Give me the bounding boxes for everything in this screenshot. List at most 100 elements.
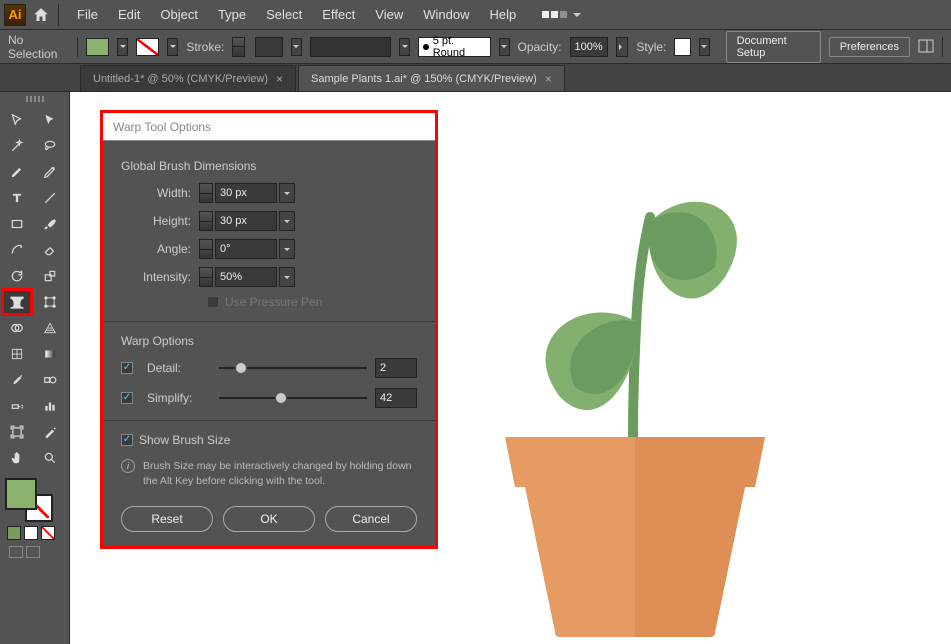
- reset-button[interactable]: Reset: [121, 506, 213, 532]
- zoom-tool-icon[interactable]: [36, 446, 64, 470]
- menu-view[interactable]: View: [365, 1, 413, 28]
- panel-toggle-icon[interactable]: [918, 38, 934, 56]
- eyedropper-tool-icon[interactable]: [3, 368, 31, 392]
- detail-value[interactable]: 2: [375, 358, 417, 378]
- lasso-tool-icon[interactable]: [36, 134, 64, 158]
- intensity-dropdown[interactable]: [279, 267, 295, 287]
- document-tabs: Untitled-1* @ 50% (CMYK/Preview) × Sampl…: [0, 64, 951, 92]
- document-setup-button[interactable]: Document Setup: [726, 31, 821, 63]
- screen-mode-full[interactable]: [26, 546, 40, 558]
- stroke-swatch[interactable]: [136, 38, 159, 56]
- mesh-tool-icon[interactable]: [3, 342, 31, 366]
- width-spinner[interactable]: [199, 183, 213, 203]
- height-dropdown[interactable]: [279, 211, 295, 231]
- style-label: Style:: [636, 40, 666, 54]
- gradient-tool-icon[interactable]: [36, 342, 64, 366]
- height-input[interactable]: [215, 211, 277, 231]
- line-segment-tool-icon[interactable]: [36, 186, 64, 210]
- direct-selection-tool-icon[interactable]: [36, 108, 64, 132]
- perspective-grid-tool-icon[interactable]: [36, 316, 64, 340]
- width-input[interactable]: [215, 183, 277, 203]
- close-icon[interactable]: ×: [545, 72, 552, 86]
- color-mode-gradient[interactable]: [24, 526, 38, 540]
- height-spinner[interactable]: [199, 211, 213, 231]
- intensity-input[interactable]: [215, 267, 277, 287]
- menu-help[interactable]: Help: [479, 1, 526, 28]
- variable-width-dropdown[interactable]: [399, 38, 410, 56]
- simplify-value[interactable]: 42: [375, 388, 417, 408]
- style-dropdown[interactable]: [699, 38, 710, 56]
- menu-file[interactable]: File: [67, 1, 108, 28]
- tab-untitled[interactable]: Untitled-1* @ 50% (CMYK/Preview) ×: [80, 65, 296, 91]
- shaper-tool-icon[interactable]: [3, 238, 31, 262]
- detail-label: Detail:: [147, 361, 211, 375]
- angle-spinner[interactable]: [199, 239, 213, 259]
- eraser-tool-icon[interactable]: [36, 238, 64, 262]
- fill-color-swatch[interactable]: [5, 478, 37, 510]
- variable-width-profile[interactable]: [310, 37, 391, 57]
- type-tool-icon[interactable]: [3, 186, 31, 210]
- tab-sample-plants[interactable]: Sample Plants 1.ai* @ 150% (CMYK/Preview…: [298, 65, 565, 91]
- width-dropdown[interactable]: [279, 183, 295, 203]
- divider: [103, 321, 435, 322]
- angle-dropdown[interactable]: [279, 239, 295, 259]
- pressure-pen-checkbox: [207, 296, 219, 308]
- opacity-field[interactable]: 100%: [570, 37, 608, 57]
- menu-select[interactable]: Select: [256, 1, 312, 28]
- fill-stroke-indicator[interactable]: [3, 476, 57, 522]
- opacity-arrow[interactable]: [616, 37, 629, 57]
- stroke-weight-spinner[interactable]: [232, 37, 245, 57]
- close-icon[interactable]: ×: [276, 72, 283, 86]
- column-graph-tool-icon[interactable]: [36, 394, 64, 418]
- stroke-weight-field[interactable]: [255, 37, 283, 57]
- rotate-tool-icon[interactable]: [3, 264, 31, 288]
- preferences-button[interactable]: Preferences: [829, 37, 910, 57]
- shape-builder-tool-icon[interactable]: [3, 316, 31, 340]
- menu-window[interactable]: Window: [413, 1, 479, 28]
- symbol-sprayer-tool-icon[interactable]: [3, 394, 31, 418]
- rectangle-tool-icon[interactable]: [3, 212, 31, 236]
- panel-grip[interactable]: [3, 96, 66, 104]
- style-swatch[interactable]: [674, 38, 690, 56]
- magic-wand-tool-icon[interactable]: [3, 134, 31, 158]
- menu-effect[interactable]: Effect: [312, 1, 365, 28]
- brush-dropdown[interactable]: [499, 38, 510, 56]
- paintbrush-tool-icon[interactable]: [36, 212, 64, 236]
- cancel-button[interactable]: Cancel: [325, 506, 417, 532]
- menu-object[interactable]: Object: [150, 1, 208, 28]
- slice-tool-icon[interactable]: [36, 420, 64, 444]
- screen-mode-normal[interactable]: [9, 546, 23, 558]
- fill-dropdown[interactable]: [117, 38, 128, 56]
- menu-type[interactable]: Type: [208, 1, 256, 28]
- simplify-checkbox[interactable]: [121, 392, 133, 404]
- show-brush-checkbox[interactable]: [121, 434, 133, 446]
- simplify-slider[interactable]: [219, 397, 367, 399]
- screen-mode-buttons: [3, 546, 66, 558]
- workspace-switcher[interactable]: [536, 5, 587, 25]
- brush-definition[interactable]: 5 pt. Round: [418, 37, 490, 57]
- menu-edit[interactable]: Edit: [108, 1, 150, 28]
- detail-slider[interactable]: [219, 367, 367, 369]
- intensity-spinner[interactable]: [199, 267, 213, 287]
- angle-input[interactable]: [215, 239, 277, 259]
- selection-tool-icon[interactable]: [3, 108, 31, 132]
- hand-tool-icon[interactable]: [3, 446, 31, 470]
- stroke-weight-dropdown[interactable]: [291, 38, 302, 56]
- home-icon[interactable]: [32, 6, 50, 24]
- warp-tool-options-dialog: Warp Tool Options Global Brush Dimension…: [100, 110, 438, 549]
- pen-tool-icon[interactable]: [3, 160, 31, 184]
- detail-checkbox[interactable]: [121, 362, 133, 374]
- curvature-tool-icon[interactable]: [36, 160, 64, 184]
- color-mode-color[interactable]: [7, 526, 21, 540]
- fill-swatch[interactable]: [86, 38, 109, 56]
- ok-button[interactable]: OK: [223, 506, 315, 532]
- free-transform-tool-icon[interactable]: [36, 290, 64, 314]
- artboard-tool-icon[interactable]: [3, 420, 31, 444]
- warp-tool-icon[interactable]: [3, 290, 31, 314]
- tools-panel: [0, 92, 70, 644]
- stroke-dropdown[interactable]: [167, 38, 178, 56]
- color-mode-none[interactable]: [41, 526, 55, 540]
- scale-tool-icon[interactable]: [36, 264, 64, 288]
- tab-label: Untitled-1* @ 50% (CMYK/Preview): [93, 73, 268, 85]
- blend-tool-icon[interactable]: [36, 368, 64, 392]
